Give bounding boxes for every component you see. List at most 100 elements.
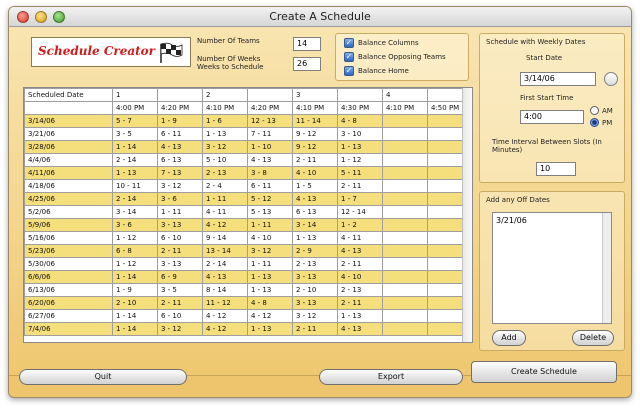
date-cell[interactable]: 6/6/06 [24, 270, 113, 284]
first-time-input[interactable]: 4:00 [520, 110, 584, 124]
matchup-cell[interactable]: 3 - 6 [157, 192, 203, 206]
matchup-cell[interactable]: 6 - 13 [292, 205, 338, 219]
table-row[interactable]: 3/14/06 5 - 71 - 91 - 6 12 - 13 11 - 14 4 - … [24, 114, 472, 128]
empty-cell[interactable] [382, 140, 428, 154]
matchup-cell[interactable]: 6 - 10 [157, 309, 203, 323]
matchup-cell[interactable]: 4 - 13 [157, 140, 203, 154]
matchup-cell[interactable]: 12 - 13 [247, 114, 293, 128]
matchup-cell[interactable]: 4 - 13 [292, 192, 338, 206]
matchup-cell[interactable]: 4 - 11 [202, 205, 248, 219]
balance-columns-checkbox[interactable]: ✓ [344, 38, 354, 48]
table-row[interactable]: 4/4/06 2 - 14 6 - 13 5 - 10 4 - 13 2 - 11 1 - … [24, 153, 472, 167]
matchup-cell[interactable]: 5 - 10 [202, 153, 248, 167]
date-cell[interactable]: 5/2/06 [24, 205, 113, 219]
matchup-cell[interactable]: 2 - 11 [157, 244, 203, 258]
table-row[interactable]: 6/20/06 2 - 10 2 - 11 11 - 12 4 - 83 - 13 2 -… [24, 296, 472, 310]
matchup-cell[interactable]: 4 - 10 [337, 270, 383, 284]
export-button[interactable]: Export [319, 369, 463, 385]
empty-cell[interactable] [382, 231, 428, 245]
matchup-cell[interactable]: 7 - 13 [157, 166, 203, 180]
date-cell[interactable]: 4/25/06 [24, 192, 113, 206]
column-header[interactable]: 2 [202, 88, 248, 102]
matchup-cell[interactable]: 6 - 10 [157, 231, 203, 245]
list-item[interactable]: 3/21/06 [493, 213, 611, 228]
balance-opposing-checkbox[interactable]: ✓ [344, 52, 354, 62]
column-header[interactable]: 3 [292, 88, 338, 102]
table-row[interactable]: 4/18/06 10 - 11 3 - 12 2 - 46 - 11 1 - 52 - … [24, 179, 472, 193]
matchup-cell[interactable]: 2 - 10 [112, 296, 158, 310]
matchup-cell[interactable]: 2 - 11 [292, 153, 338, 167]
empty-cell[interactable] [382, 270, 428, 284]
matchup-cell[interactable]: 4 - 13 [202, 270, 248, 284]
matchup-cell[interactable]: 3 - 5 [157, 283, 203, 297]
matchup-cell[interactable]: 1 - 7 [337, 192, 383, 206]
matchup-cell[interactable]: 1 - 14 [112, 270, 158, 284]
matchup-cell[interactable]: 4 - 10 [292, 166, 338, 180]
column-header[interactable] [157, 88, 203, 102]
table-row[interactable]: 5/23/06 6 - 82 - 11 13 - 14 3 - 12 2 - 94 - … [24, 244, 472, 258]
matchup-cell[interactable]: 3 - 13 [157, 218, 203, 232]
date-picker-button[interactable] [604, 72, 618, 86]
matchup-cell[interactable]: 1 - 13 [292, 231, 338, 245]
empty-cell[interactable] [382, 114, 428, 128]
table-row[interactable]: 5/2/06 3 - 14 1 - 11 4 - 11 5 - 13 6 - 13 12 -… [24, 205, 472, 219]
matchup-cell[interactable]: 4 - 10 [247, 231, 293, 245]
matchup-cell[interactable]: 2 - 13 [337, 283, 383, 297]
matchup-cell[interactable]: 4 - 12 [202, 322, 248, 336]
column-header[interactable]: 1 [112, 88, 158, 102]
table-row[interactable]: 6/13/06 1 - 93 - 58 - 14 1 - 13 2 - 10 2 - 1… [24, 283, 472, 297]
matchup-cell[interactable]: 5 - 7 [112, 114, 158, 128]
am-radio[interactable] [590, 106, 599, 115]
matchup-cell[interactable]: 3 - 13 [157, 257, 203, 271]
empty-cell[interactable] [382, 179, 428, 193]
interval-input[interactable]: 10 [536, 162, 576, 176]
empty-cell[interactable] [382, 322, 428, 336]
table-row[interactable]: 6/27/06 1 - 14 6 - 10 4 - 12 4 - 12 3 - 12 1 -… [24, 309, 472, 323]
date-cell[interactable]: 3/21/06 [24, 127, 113, 141]
date-cell[interactable]: 5/9/06 [24, 218, 113, 232]
table-row[interactable]: 5/16/06 1 - 12 6 - 10 9 - 14 4 - 10 1 - 13 4 -… [24, 231, 472, 245]
matchup-cell[interactable]: 4 - 13 [337, 322, 383, 336]
matchup-cell[interactable]: 1 - 2 [337, 218, 383, 232]
matchup-cell[interactable]: 2 - 11 [337, 296, 383, 310]
matchup-cell[interactable]: 1 - 13 [337, 140, 383, 154]
table-row[interactable]: 3/28/06 1 - 14 4 - 13 3 - 12 1 - 10 9 - 12 1 -… [24, 140, 472, 154]
matchup-cell[interactable]: 1 - 9 [112, 283, 158, 297]
matchup-cell[interactable]: 4 - 12 [202, 218, 248, 232]
matchup-cell[interactable]: 3 - 12 [292, 309, 338, 323]
matchup-cell[interactable]: 3 - 6 [112, 218, 158, 232]
matchup-cell[interactable]: 1 - 14 [112, 322, 158, 336]
matchup-cell[interactable]: 1 - 5 [292, 179, 338, 193]
matchup-cell[interactable]: 9 - 14 [202, 231, 248, 245]
matchup-cell[interactable]: 1 - 13 [247, 322, 293, 336]
matchup-cell[interactable]: 1 - 11 [247, 257, 293, 271]
matchup-cell[interactable]: 9 - 12 [292, 127, 338, 141]
matchup-cell[interactable]: 6 - 13 [157, 153, 203, 167]
date-cell[interactable]: 4/4/06 [24, 153, 113, 167]
table-row[interactable]: 4/11/06 1 - 13 7 - 13 2 - 13 3 - 84 - 10 5 - … [24, 166, 472, 180]
table-row[interactable]: 3/21/06 3 - 56 - 11 1 - 13 7 - 11 9 - 12 3 - … [24, 127, 472, 141]
delete-date-button[interactable]: Delete [572, 330, 614, 346]
matchup-cell[interactable]: 1 - 13 [112, 166, 158, 180]
matchup-cell[interactable]: 1 - 14 [112, 309, 158, 323]
matchup-cell[interactable]: 2 - 14 [202, 257, 248, 271]
column-header[interactable] [247, 88, 293, 102]
schedule-scrollbar[interactable] [462, 88, 472, 342]
table-row[interactable]: 4/25/06 2 - 14 3 - 61 - 11 5 - 12 4 - 13 1 - … [24, 192, 472, 206]
matchup-cell[interactable]: 3 - 8 [247, 166, 293, 180]
matchup-cell[interactable]: 1 - 10 [247, 140, 293, 154]
pm-radio[interactable] [590, 118, 599, 127]
matchup-cell[interactable]: 7 - 11 [247, 127, 293, 141]
empty-cell[interactable] [382, 244, 428, 258]
matchup-cell[interactable]: 3 - 12 [202, 140, 248, 154]
matchup-cell[interactable]: 2 - 11 [337, 179, 383, 193]
date-cell[interactable]: 3/14/06 [24, 114, 113, 128]
matchup-cell[interactable]: 4 - 12 [247, 309, 293, 323]
matchup-cell[interactable]: 8 - 14 [202, 283, 248, 297]
add-date-button[interactable]: Add [492, 330, 526, 346]
weeks-input[interactable]: 26 [293, 57, 321, 71]
empty-cell[interactable] [382, 166, 428, 180]
matchup-cell[interactable]: 2 - 11 [337, 257, 383, 271]
matchup-cell[interactable]: 4 - 11 [337, 231, 383, 245]
matchup-cell[interactable]: 5 - 13 [247, 205, 293, 219]
